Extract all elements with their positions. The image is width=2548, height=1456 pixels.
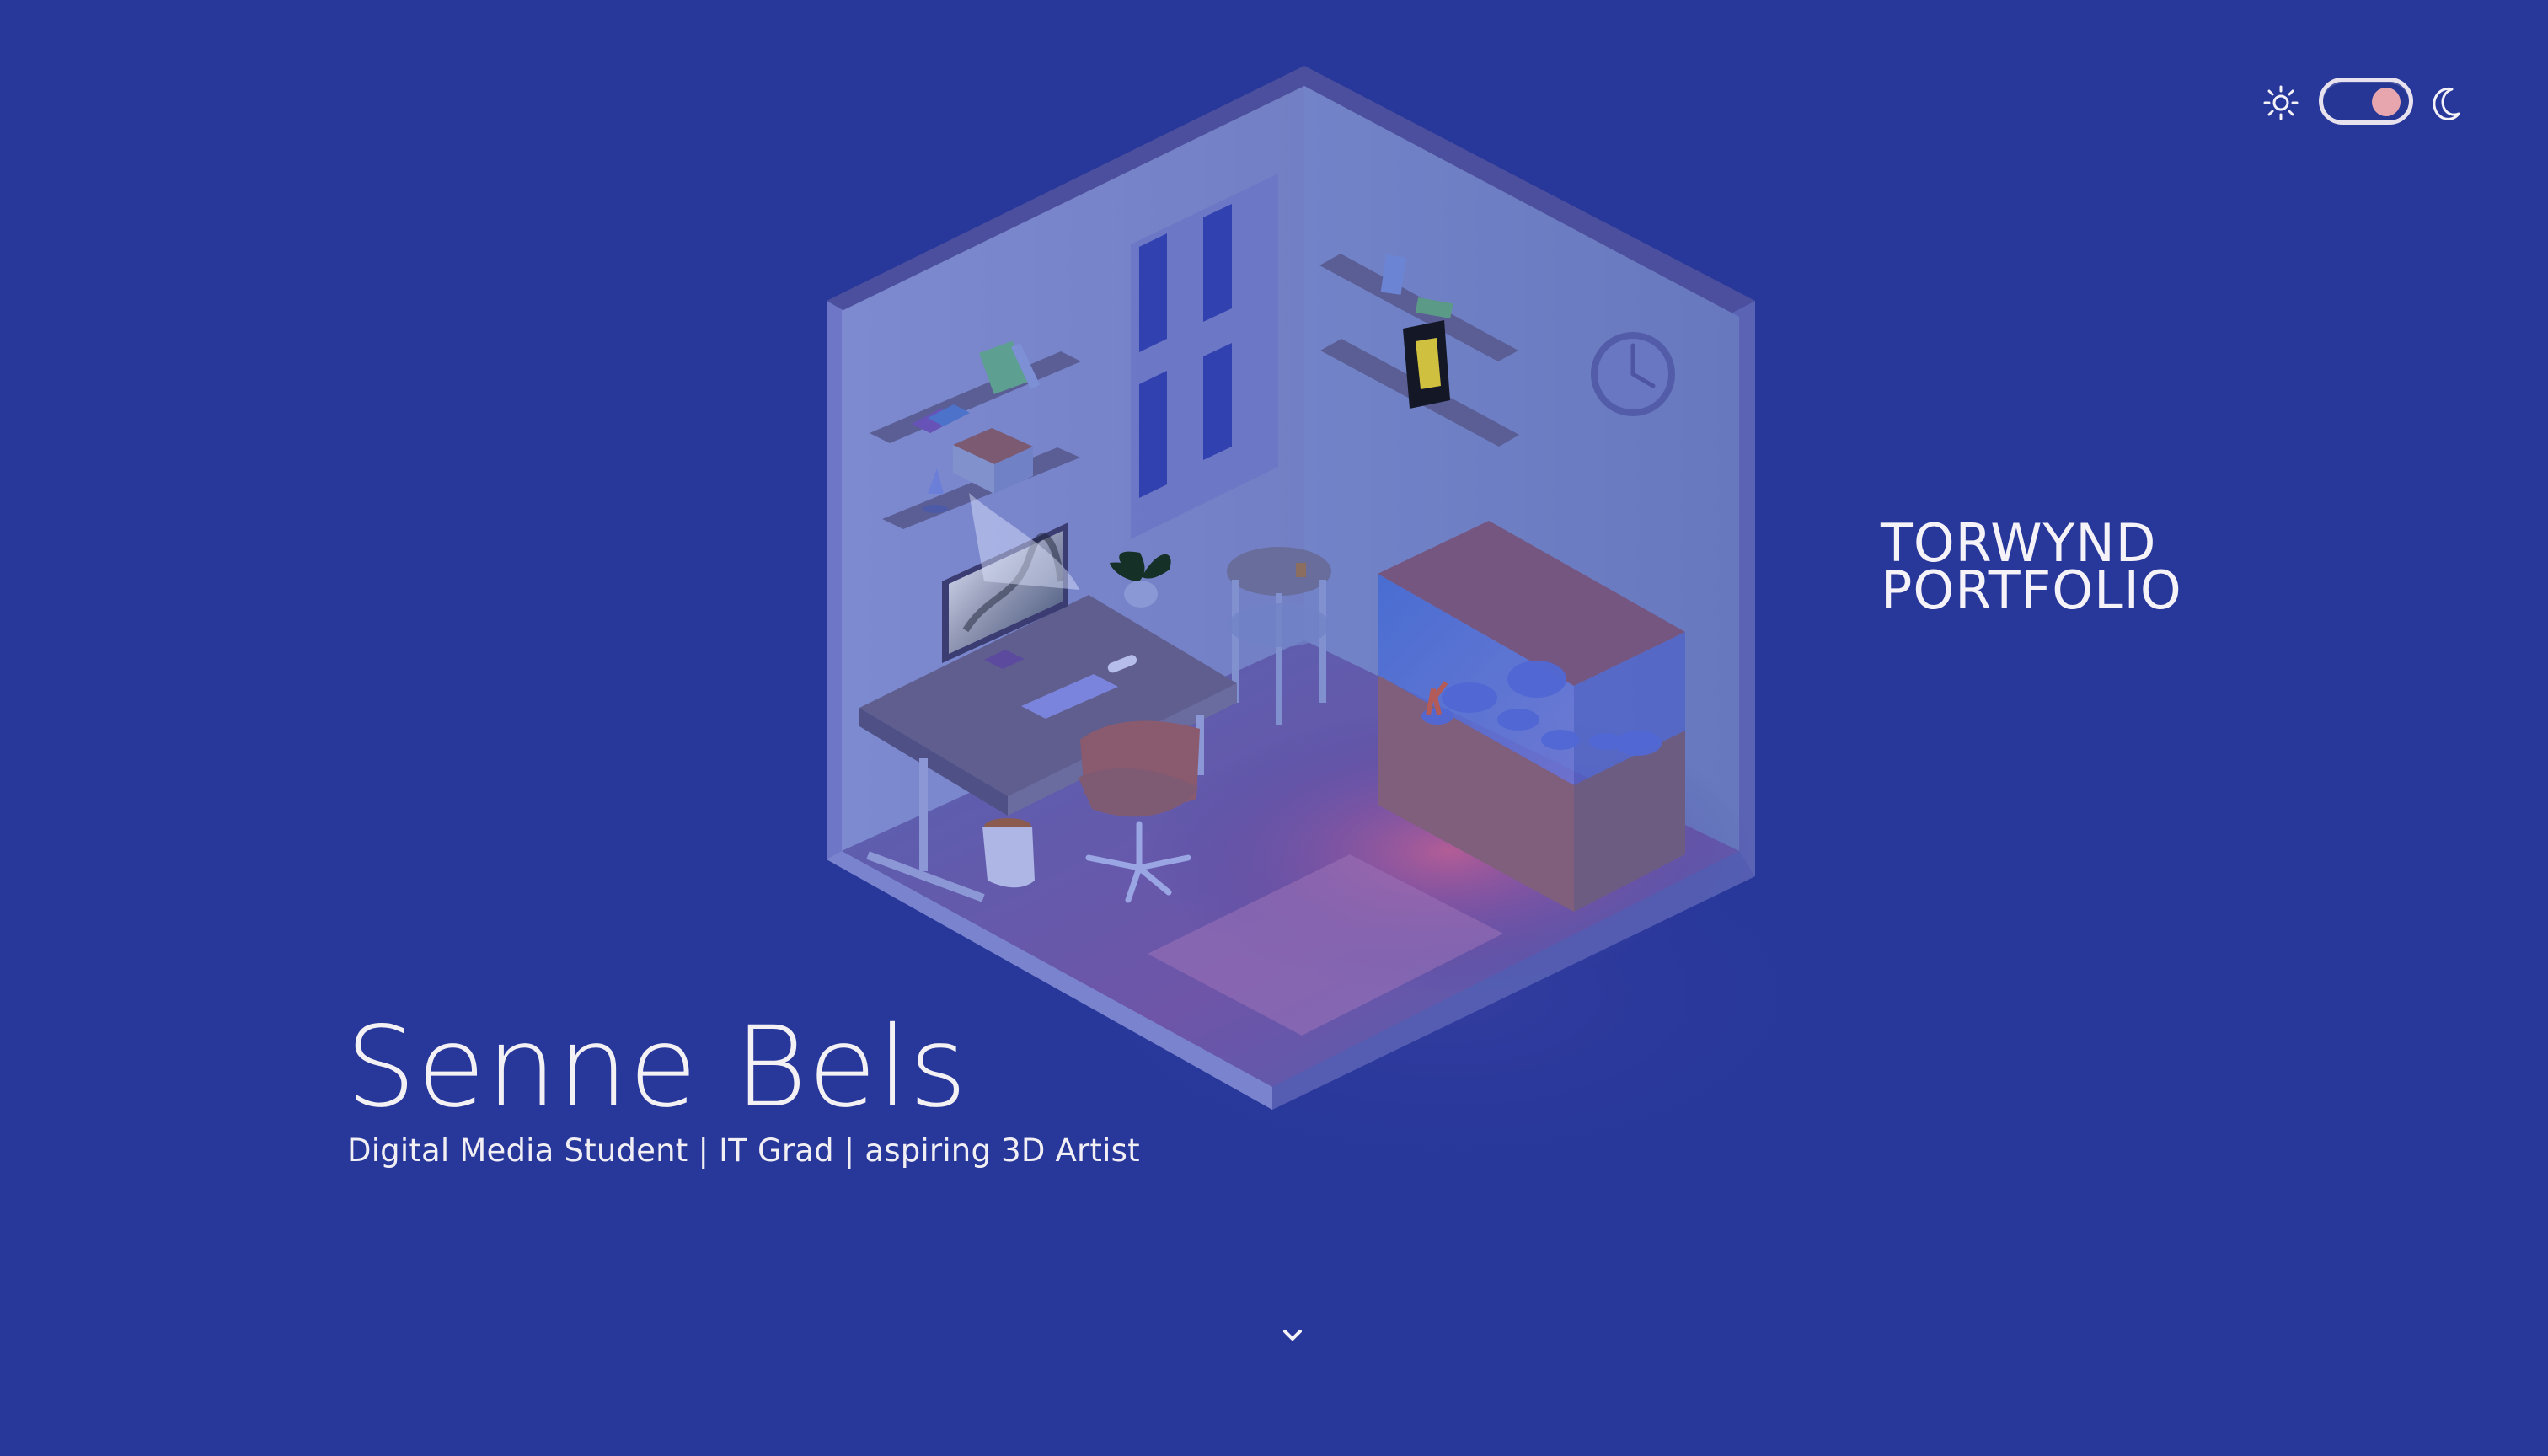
window-pane-1: [1139, 233, 1167, 352]
mug: [1296, 563, 1306, 577]
lamp-base: [923, 505, 948, 513]
side-table-top: [1227, 547, 1331, 596]
side-table-lower: [1228, 603, 1330, 647]
moon-icon[interactable]: [2428, 84, 2465, 121]
sun-icon[interactable]: [2262, 84, 2299, 121]
portfolio-hero: TORWYND PORTFOLIO Senne Bels Digital Med…: [0, 0, 2548, 1456]
hero-subtitle: Digital Media Student | IT Grad | aspiri…: [347, 1132, 1140, 1169]
window-pane-4: [1203, 343, 1232, 460]
wastebasket: [982, 827, 1035, 888]
toggle-knob: [2372, 88, 2401, 116]
theme-toggle[interactable]: [2319, 78, 2413, 125]
hero-name: Senne Bels: [345, 1003, 968, 1132]
window-pane-2: [1203, 204, 1232, 322]
chevron-down-icon[interactable]: [1277, 1320, 1308, 1351]
brand-line-2: PORTFOLIO: [1881, 559, 2182, 621]
window-pane-3: [1139, 371, 1167, 498]
portfolio-brand: TORWYND PORTFOLIO: [1881, 517, 2235, 621]
plant-pot: [1124, 581, 1158, 608]
isometric-room-scene: [827, 66, 1955, 1230]
theme-toggle-group: [2262, 74, 2465, 131]
